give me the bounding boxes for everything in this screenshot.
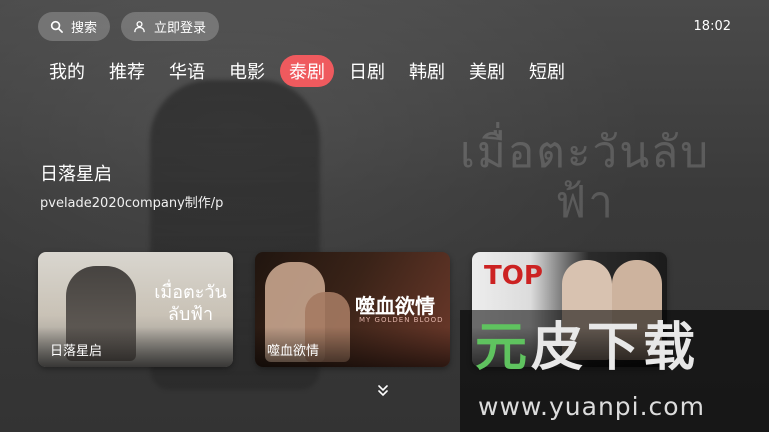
watermark-logo: 元皮下载 (475, 318, 700, 378)
tab-short-drama[interactable]: 短剧 (520, 55, 574, 87)
search-button[interactable]: 搜索 (38, 12, 110, 41)
video-card[interactable]: เมื่อตะวันลับฟ้า 日落星启 (38, 252, 233, 367)
background-title-logo: เมื่อตะวันลับฟ้า (459, 127, 711, 228)
card-title: 噬血欲情 (267, 344, 320, 359)
login-button[interactable]: 立即登录 (121, 12, 219, 41)
tab-thai-drama[interactable]: 泰剧 (280, 55, 334, 87)
search-icon (50, 20, 63, 33)
video-card[interactable]: 噬血欲情 MY GOLDEN BLOOD 噬血欲情 (255, 252, 450, 367)
tab-american-drama[interactable]: 美剧 (460, 55, 514, 87)
clock: 18:02 (693, 19, 731, 34)
search-label: 搜索 (71, 21, 98, 36)
category-tabs: 我的 推荐 华语 电影 泰剧 日剧 韩剧 美剧 短剧 (40, 55, 574, 87)
watermark-url: www.yuanpi.com (478, 392, 705, 421)
login-label: 立即登录 (154, 21, 207, 36)
poster-logo: 噬血欲情 (355, 294, 435, 318)
tab-recommended[interactable]: 推荐 (100, 55, 154, 87)
tab-movies[interactable]: 电影 (220, 55, 274, 87)
feature-subtitle: pvelade2020company制作/p (40, 196, 224, 211)
tab-mine[interactable]: 我的 (40, 55, 94, 87)
user-icon (134, 21, 145, 33)
chevron-double-down-icon[interactable] (376, 384, 390, 398)
poster-logo: เมื่อตะวันลับฟ้า (154, 282, 227, 325)
tab-korean-drama[interactable]: 韩剧 (400, 55, 454, 87)
tab-chinese[interactable]: 华语 (160, 55, 214, 87)
tab-japanese-drama[interactable]: 日剧 (340, 55, 394, 87)
feature-title: 日落星启 (40, 164, 112, 185)
card-title: 日落星启 (50, 344, 103, 359)
poster-logo-subtitle: MY GOLDEN BLOOD (359, 316, 444, 324)
poster-logo: TOP (484, 261, 543, 291)
